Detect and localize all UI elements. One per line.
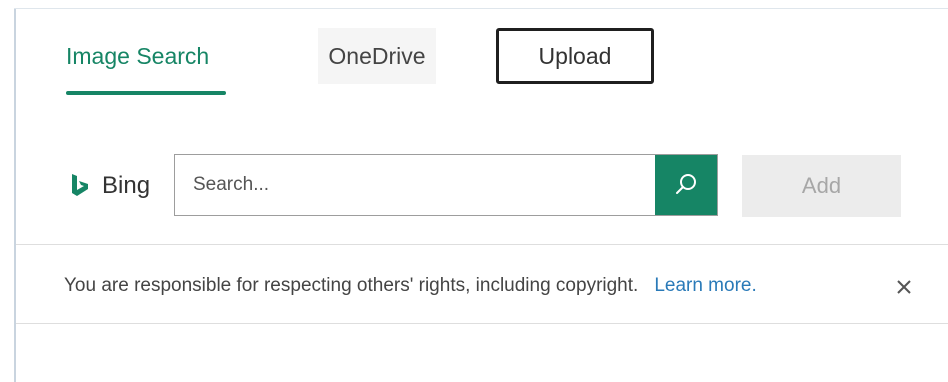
divider-bottom: [16, 323, 948, 324]
tab-image-search[interactable]: Image Search: [66, 28, 226, 95]
search-box: [174, 154, 718, 216]
divider-top: [16, 244, 948, 245]
top-border: [14, 8, 948, 9]
close-icon: [897, 280, 911, 294]
bing-brand: Bing: [68, 168, 150, 204]
tab-upload[interactable]: Upload: [496, 28, 654, 84]
add-button[interactable]: Add: [742, 155, 901, 217]
copyright-notice: You are responsible for respecting other…: [64, 270, 757, 302]
tab-image-search-label: Image Search: [66, 42, 210, 69]
active-tab-indicator: [66, 91, 226, 95]
tab-onedrive[interactable]: OneDrive: [318, 28, 436, 84]
close-notice-button[interactable]: [892, 275, 916, 299]
search-row: Bing Add: [0, 154, 948, 218]
bing-logo-icon: [72, 174, 88, 196]
tab-upload-label: Upload: [538, 42, 612, 69]
image-picker-panel: Image Search OneDrive Upload Bing Search…: [0, 0, 948, 382]
learn-more-link[interactable]: Learn more.: [654, 275, 756, 297]
search-icon: [676, 174, 696, 194]
search-button[interactable]: [655, 155, 717, 215]
tab-onedrive-label: OneDrive: [328, 42, 426, 69]
search-input[interactable]: [175, 155, 655, 215]
notice-text: You are responsible for respecting other…: [64, 275, 639, 296]
bing-label: Bing: [102, 172, 151, 199]
